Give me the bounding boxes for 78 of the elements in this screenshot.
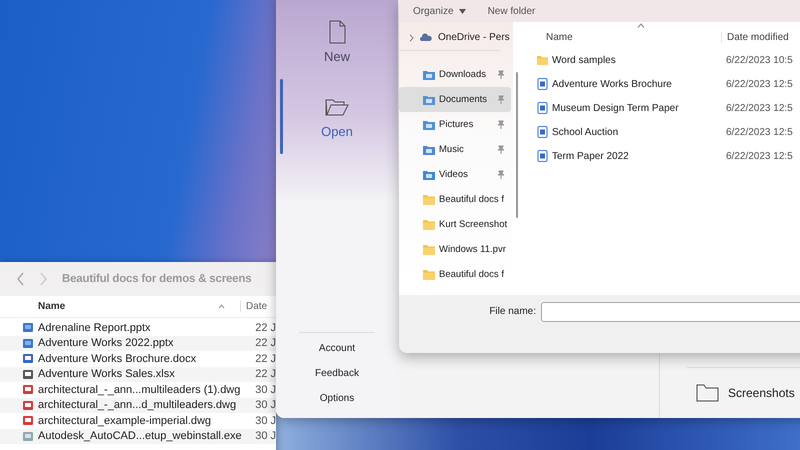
back-icon[interactable]	[16, 272, 25, 286]
file-name[interactable]: architectural_-_ann...d_multileaders.dwg	[38, 399, 256, 412]
file-date: 22 J	[255, 368, 276, 380]
nav-button[interactable]: Open	[276, 79, 398, 154]
file-date: 22 J	[255, 352, 276, 365]
file-name[interactable]: Word samples	[552, 54, 726, 66]
column-header[interactable]: Name	[38, 301, 218, 312]
expand-icon[interactable]	[409, 34, 414, 42]
file-date: 6/22/2023 12:5	[726, 102, 793, 114]
file-icon	[22, 430, 34, 442]
folder-icon	[696, 384, 719, 402]
file-name[interactable]: Adventure Works Brochure	[552, 78, 726, 90]
file-name[interactable]: architectural_-_ann...multileaders (1).dwg	[38, 384, 256, 396]
document-icon	[537, 78, 548, 90]
file-date: 22 J	[255, 322, 276, 334]
scrollbar-thumb[interactable]	[516, 72, 518, 218]
file-date: 30 J	[255, 414, 276, 427]
file-name[interactable]: School Auction	[552, 126, 726, 138]
folder-icon	[423, 244, 435, 255]
file-icon	[22, 322, 34, 334]
nav-item[interactable]: Beautiful docs f	[399, 262, 511, 287]
nav-link[interactable]: Options	[320, 393, 354, 404]
nav-link[interactable]: Feedback	[315, 368, 359, 379]
file-date: 6/22/2023 12:5	[726, 126, 793, 138]
tree-item[interactable]: OneDrive - Pers	[438, 32, 510, 43]
document-icon	[537, 126, 548, 138]
file-name[interactable]: architectural_example-imperial.dwg	[38, 414, 256, 427]
file-date: 22 J	[255, 337, 276, 350]
nav-item[interactable]: Videos	[399, 162, 511, 187]
file-date: 6/22/2023 10:5	[726, 54, 793, 66]
file-name[interactable]: Adrenaline Report.pptx	[38, 322, 256, 334]
cloud-icon	[420, 32, 432, 43]
file-name[interactable]: Adventure Works Sales.xlsx	[38, 368, 256, 380]
folder-icon	[423, 194, 435, 205]
nav-item[interactable]: Downloads	[399, 62, 511, 87]
recent-folder[interactable]: Screenshots	[728, 386, 795, 400]
nav-link[interactable]: Account	[318, 343, 356, 354]
document-icon	[537, 102, 548, 114]
file-date: 6/22/2023 12:5	[726, 150, 793, 162]
toolbar-button[interactable]: New folder	[488, 6, 536, 16]
file-icon	[22, 338, 34, 349]
column-header[interactable]: Date modified	[721, 32, 789, 42]
sort-caret-icon	[218, 304, 225, 309]
folder-icon	[423, 119, 435, 130]
file-date: 30 J	[255, 430, 276, 442]
nav-item[interactable]: Pictures	[399, 112, 511, 137]
nav-item[interactable]: Documents	[399, 87, 511, 112]
folder-icon	[423, 144, 435, 155]
nav-item[interactable]: Windows 11.pvr	[399, 237, 511, 262]
file-name[interactable]: Museum Design Term Paper	[552, 102, 726, 114]
file-name[interactable]: Autodesk_AutoCAD...etup_webinstall.exe	[38, 430, 256, 442]
file-name[interactable]: Adventure Works 2022.pptx	[38, 337, 256, 350]
nav-item[interactable]: Music	[399, 137, 511, 162]
file-name-field[interactable]	[541, 302, 800, 322]
nav-item[interactable]: Kurt Screenshot	[399, 212, 511, 237]
folder-icon	[423, 94, 435, 105]
folder-icon	[423, 219, 435, 230]
folder-icon	[423, 69, 435, 80]
column-header[interactable]: Date	[240, 301, 268, 312]
caret-icon	[458, 8, 466, 14]
folder-icon	[423, 269, 435, 280]
file-date: 30 J	[255, 384, 276, 396]
folder-icon	[423, 169, 435, 180]
column-header[interactable]: Name	[546, 32, 721, 42]
field-label: File name:	[488, 305, 537, 319]
file-name[interactable]: Adventure Works Brochure.docx	[38, 352, 256, 365]
folder-icon	[537, 54, 548, 66]
file-date: 30 J	[255, 399, 276, 412]
sort-caret-icon	[637, 23, 645, 28]
file-date: 6/22/2023 12:5	[726, 78, 793, 90]
file-name[interactable]: Term Paper 2022	[552, 150, 726, 162]
document-icon	[537, 150, 548, 162]
folder-path: Beautiful docs for demos & screens	[62, 273, 252, 285]
organize-menu[interactable]: Organize	[413, 6, 466, 16]
nav-button[interactable]: New	[276, 4, 398, 79]
forward-icon[interactable]	[39, 272, 48, 286]
nav-item[interactable]: Beautiful docs f	[399, 187, 511, 212]
file-icon	[22, 353, 34, 364]
